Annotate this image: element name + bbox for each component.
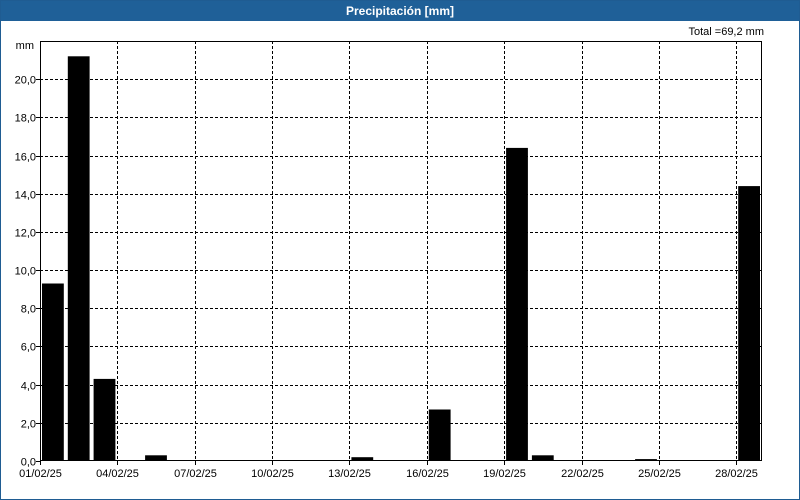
y-tick-label: 14,0 [15,190,36,202]
x-tick-label: 22/02/25 [561,468,604,480]
x-tick-label: 10/02/25 [251,468,294,480]
y-tick-label: 16,0 [15,152,36,164]
y-tick-label: 8,0 [21,304,36,316]
x-tick-label: 28/02/25 [715,468,758,480]
plot-frame [40,41,762,461]
y-tick-label: 6,0 [21,342,36,354]
x-tick-label: 07/02/25 [174,468,217,480]
y-tick-label: 10,0 [15,266,36,278]
bar-28-02-25 [738,186,760,461]
y-tick-label: 12,0 [15,228,36,240]
x-tick-label: 13/02/25 [328,468,371,480]
y-tick-label: 18,0 [15,113,36,125]
bar-16-02-25 [428,409,451,461]
x-tick-label: 04/02/25 [96,468,139,480]
y-tick-label: 0,0 [21,457,36,469]
bar-03-02-25 [93,378,116,461]
x-tick-label: 16/02/25 [406,468,449,480]
x-tick-label: 01/02/25 [19,468,62,480]
bar-02-02-25 [67,56,90,462]
x-tick-label: 19/02/25 [483,468,526,480]
y-axis-label: mm [16,40,34,52]
bar-19-02-25 [506,147,528,461]
y-tick-label: 20,0 [15,75,36,87]
x-tick-label: 25/02/25 [638,468,681,480]
y-tick-label: 2,0 [21,419,36,431]
precipitation-chart: 0,0 2,0 4,0 6,0 8,0 10,0 12,0 14,0 16,0 18,0 20,0 m… [15,40,762,480]
bar-01-02-25 [42,283,64,461]
y-tick-label: 4,0 [21,381,36,393]
